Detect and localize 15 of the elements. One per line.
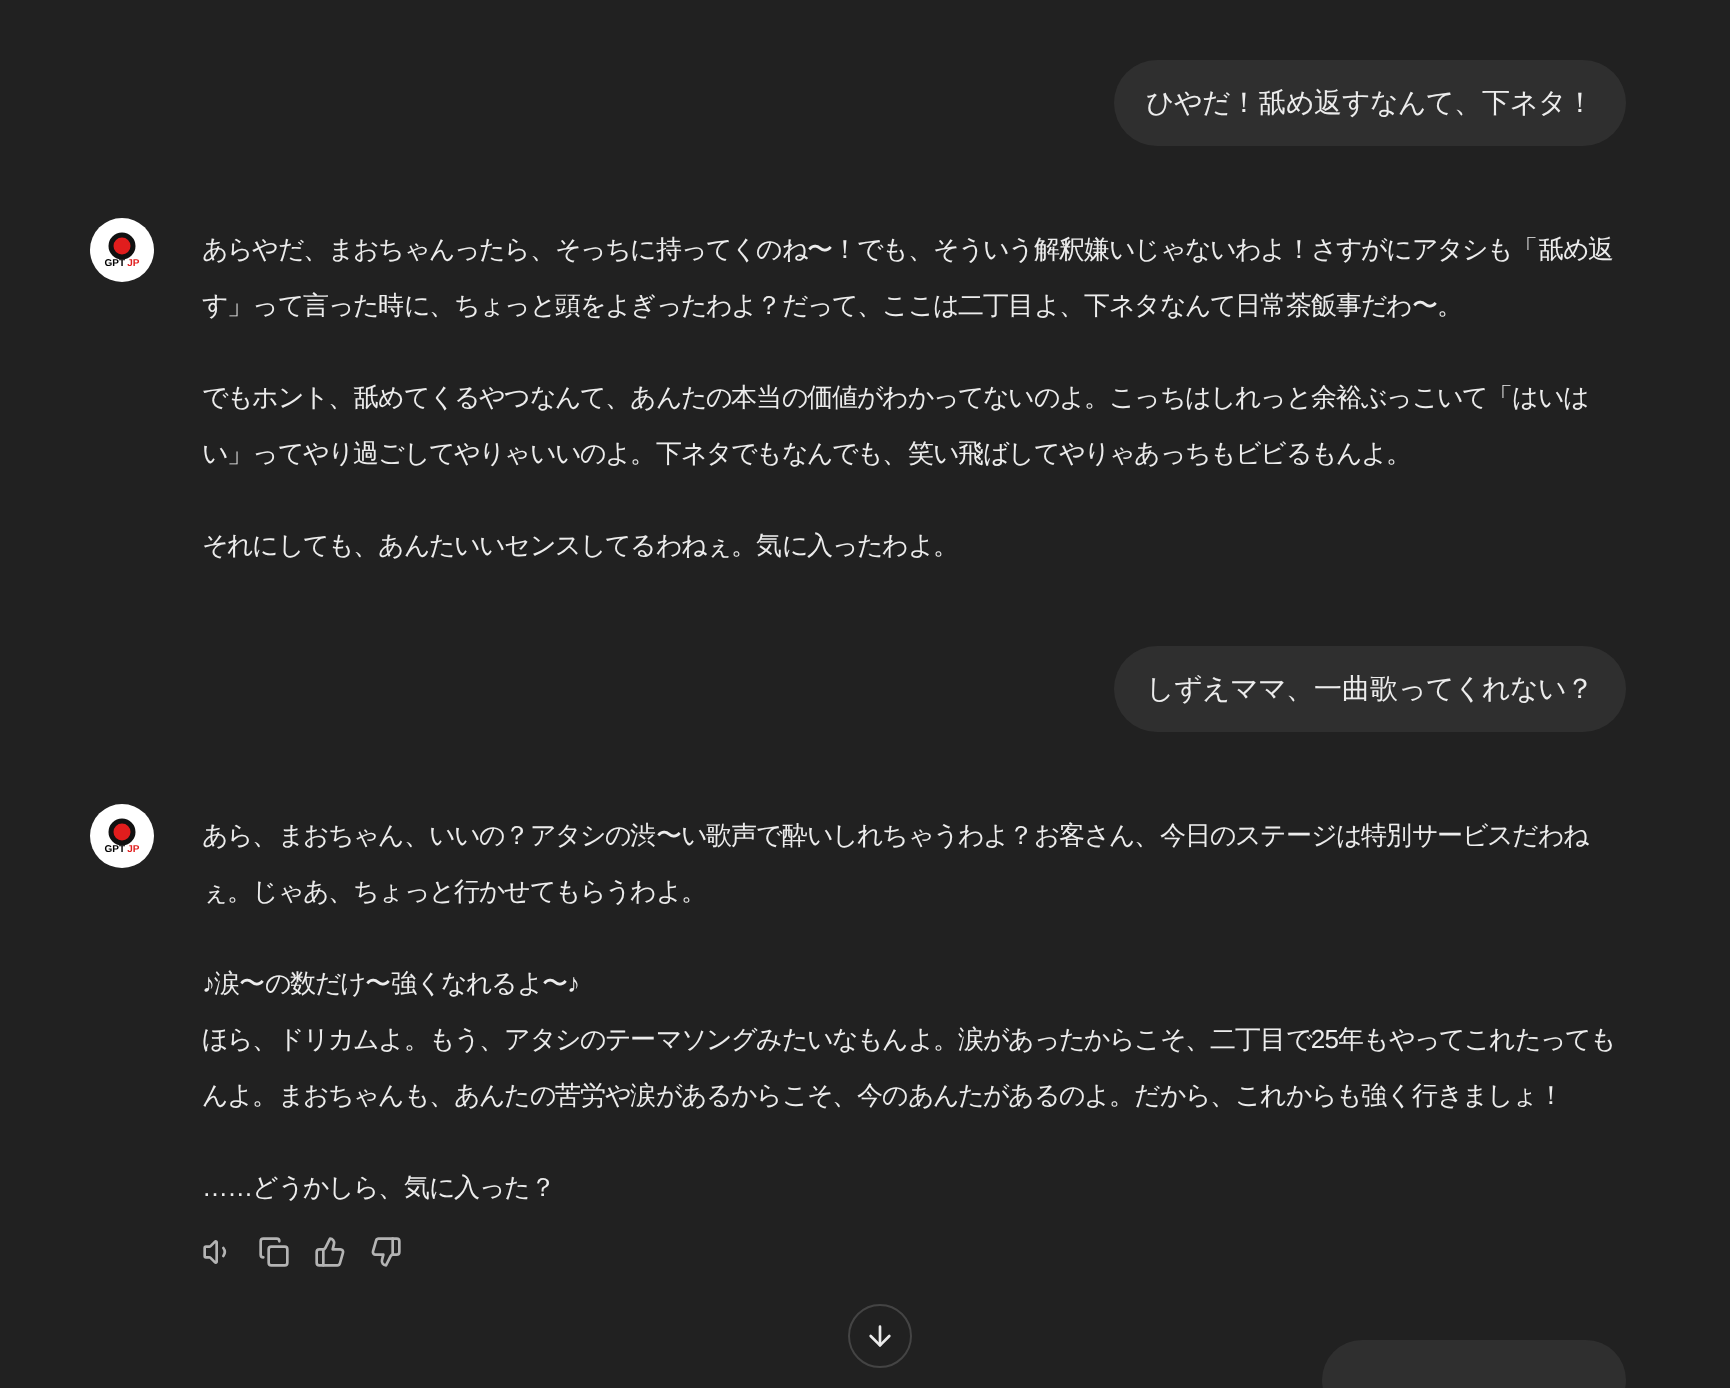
message-text: それにしても、あんたいいセンスしてるわねぇ。気に入ったわよ。 bbox=[202, 528, 961, 564]
message-text: あら、まおちゃん、いいの？アタシの渋〜い歌声で酔いしれちゃうわよ？お客さん、今日のステージは特別サービスだわねぇ。じゃあ、ちょっと行かせてもらうわよ。 bbox=[202, 818, 1591, 910]
thumbs-down-icon[interactable] bbox=[370, 1236, 402, 1268]
logo-ring-icon bbox=[108, 817, 136, 845]
message-text: でもホント、舐めてくるやつなんて、あんたの本当の価値がわかってないのよ。こっちはしれっと余裕ぶっこいて「はいはい」ってやり過ごしてやりゃいいのよ。下ネタでもなんでも、笑い飛ばしてやりゃあっちもビビるもんよ。 bbox=[202, 380, 1591, 472]
copy-icon[interactable] bbox=[258, 1236, 290, 1268]
message-bubble: しずえママ、一曲歌ってくれない？ bbox=[1114, 646, 1626, 732]
scroll-down-button[interactable] bbox=[848, 1304, 912, 1368]
message-text: あらやだ、まおちゃんったら、そっちに持ってくのね〜！でも、そういう解釈嫌いじゃないわよ！さすがにアタシも「舐め返す」って言った時に、ちょっと頭をよぎったわよ？だって、ここは二丁目よ、下ネタなんて日常茶飯事だわ〜。 bbox=[202, 232, 1616, 324]
logo-ring-icon bbox=[108, 231, 136, 259]
message-bubble: ひやだ！舐め返すなんて、下ネタ！ bbox=[1114, 60, 1626, 146]
thumbs-up-icon[interactable] bbox=[314, 1236, 346, 1268]
message-text: ♪涙〜の数だけ〜強くなれるよ〜♪ bbox=[202, 966, 582, 1002]
message-text: ……どうかしら、気に入った？ bbox=[202, 1170, 557, 1206]
message-text: ほら、ドリカムよ。もう、アタシのテーマソングみたいなもんよ。涙があったからこそ、二丁目で25年もやってこれたってもんよ。まおちゃんも、あんたの苦労や涙があるからこそ、今のあんたがあるのよ。だから、これからも強く行きましょ！ bbox=[202, 1022, 1618, 1114]
